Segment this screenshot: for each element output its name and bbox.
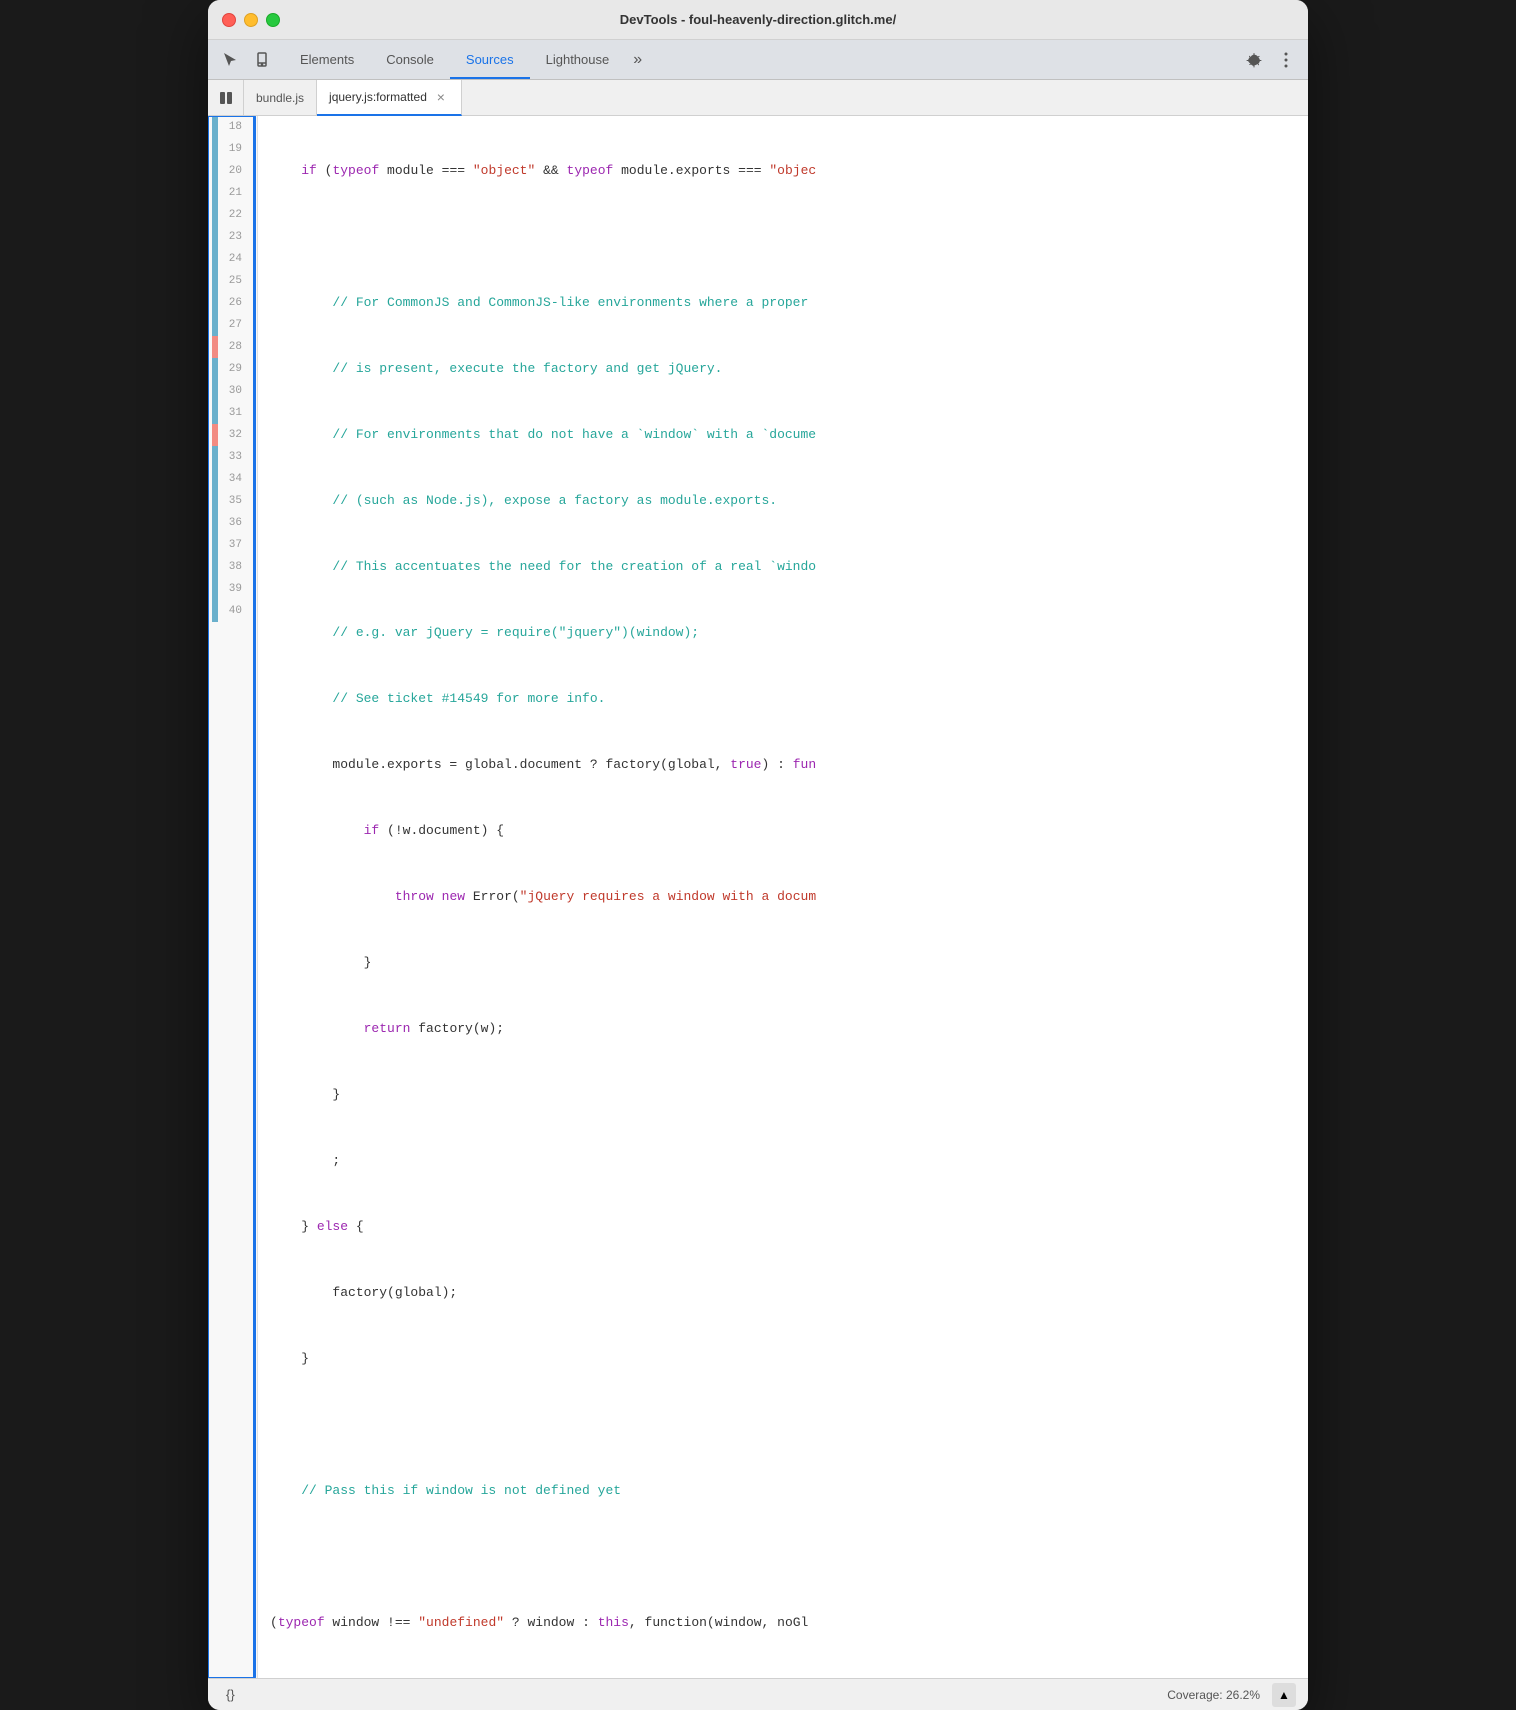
line-19: 19 — [212, 138, 249, 160]
line-34: 34 — [212, 468, 249, 490]
file-tab-jquery[interactable]: jquery.js:formatted × — [317, 80, 462, 116]
line-31: 31 — [212, 402, 249, 424]
code-content[interactable]: if (typeof module === "object" && typeof… — [258, 116, 1308, 1678]
code-line-20: // For CommonJS and CommonJS-like enviro… — [270, 292, 1296, 314]
tab-list: Elements Console Sources Lighthouse » — [284, 40, 1240, 79]
line-30: 30 — [212, 380, 249, 402]
line-20: 20 — [212, 160, 249, 182]
code-line-30: } — [270, 952, 1296, 974]
more-tabs-button[interactable]: » — [625, 51, 650, 69]
code-line-40: (typeof window !== "undefined" ? window … — [270, 1612, 1296, 1634]
code-line-19 — [270, 226, 1296, 248]
tab-lighthouse[interactable]: Lighthouse — [530, 40, 626, 79]
coverage-label: Coverage: 26.2% — [1167, 1688, 1260, 1702]
code-line-23: // (such as Node.js), expose a factory a… — [270, 490, 1296, 512]
title-bar: DevTools - foul-heavenly-direction.glitc… — [208, 0, 1308, 40]
line-40: 40 — [212, 600, 249, 622]
code-line-28: if (!w.document) { — [270, 820, 1296, 842]
line-numbers-gutter: 18 19 20 21 22 23 — [208, 116, 258, 1678]
close-button[interactable] — [222, 13, 236, 27]
bottom-left: {} — [220, 1685, 241, 1704]
code-editor: 18 19 20 21 22 23 — [208, 116, 1308, 1678]
code-line-38: // Pass this if window is not defined ye… — [270, 1480, 1296, 1502]
line-26: 26 — [212, 292, 249, 314]
devtools-tab-bar: Elements Console Sources Lighthouse » — [208, 40, 1308, 80]
scroll-up-button[interactable]: ▲ — [1272, 1683, 1296, 1707]
line-21: 21 — [212, 182, 249, 204]
line-36: 36 — [212, 512, 249, 534]
line-24: 24 — [212, 248, 249, 270]
settings-icon[interactable] — [1240, 46, 1268, 74]
code-line-22: // For environments that do not have a `… — [270, 424, 1296, 446]
line-28: 28 — [212, 336, 249, 358]
maximize-button[interactable] — [266, 13, 280, 27]
line-25: 25 — [212, 270, 249, 292]
file-tab-bundle[interactable]: bundle.js — [244, 80, 317, 116]
format-button[interactable]: {} — [220, 1685, 241, 1704]
window-title: DevTools - foul-heavenly-direction.glitc… — [620, 12, 896, 27]
code-line-37 — [270, 1414, 1296, 1436]
tab-console[interactable]: Console — [370, 40, 450, 79]
file-panel-toggle[interactable] — [208, 80, 244, 116]
code-line-39 — [270, 1546, 1296, 1568]
bottom-bar: {} Coverage: 26.2% ▲ — [208, 1678, 1308, 1710]
code-line-25: // e.g. var jQuery = require("jquery")(w… — [270, 622, 1296, 644]
line-35: 35 — [212, 490, 249, 512]
mobile-icon[interactable] — [248, 46, 276, 74]
line-29: 29 — [212, 358, 249, 380]
close-tab-icon[interactable]: × — [433, 89, 449, 105]
line-22: 22 — [212, 204, 249, 226]
code-line-35: factory(global); — [270, 1282, 1296, 1304]
line-32: 32 — [212, 424, 249, 446]
code-line-26: // See ticket #14549 for more info. — [270, 688, 1296, 710]
tab-sources[interactable]: Sources — [450, 40, 530, 79]
line-38: 38 — [212, 556, 249, 578]
line-27: 27 — [212, 314, 249, 336]
more-options-icon[interactable] — [1272, 46, 1300, 74]
line-39: 39 — [212, 578, 249, 600]
code-line-34: } else { — [270, 1216, 1296, 1238]
tab-elements[interactable]: Elements — [284, 40, 370, 79]
code-line-36: } — [270, 1348, 1296, 1370]
minimize-button[interactable] — [244, 13, 258, 27]
devtools-window: DevTools - foul-heavenly-direction.glitc… — [208, 0, 1308, 1710]
line-18: 18 — [212, 116, 249, 138]
traffic-lights — [222, 13, 280, 27]
line-23: 23 — [212, 226, 249, 248]
tab-right-icons — [1240, 46, 1300, 74]
cursor-icon[interactable] — [216, 46, 244, 74]
code-line-27: module.exports = global.document ? facto… — [270, 754, 1296, 776]
code-line-33: ; — [270, 1150, 1296, 1172]
code-line-21: // is present, execute the factory and g… — [270, 358, 1296, 380]
file-tabs: bundle.js jquery.js:formatted × — [208, 80, 1308, 116]
tool-icons — [216, 46, 276, 74]
line-37: 37 — [212, 534, 249, 556]
code-line-32: } — [270, 1084, 1296, 1106]
line-33: 33 — [212, 446, 249, 468]
code-line-31: return factory(w); — [270, 1018, 1296, 1040]
code-line-18: if (typeof module === "object" && typeof… — [270, 160, 1296, 182]
code-line-24: // This accentuates the need for the cre… — [270, 556, 1296, 578]
bottom-right: Coverage: 26.2% ▲ — [1167, 1683, 1296, 1707]
code-line-29: throw new Error("jQuery requires a windo… — [270, 886, 1296, 908]
